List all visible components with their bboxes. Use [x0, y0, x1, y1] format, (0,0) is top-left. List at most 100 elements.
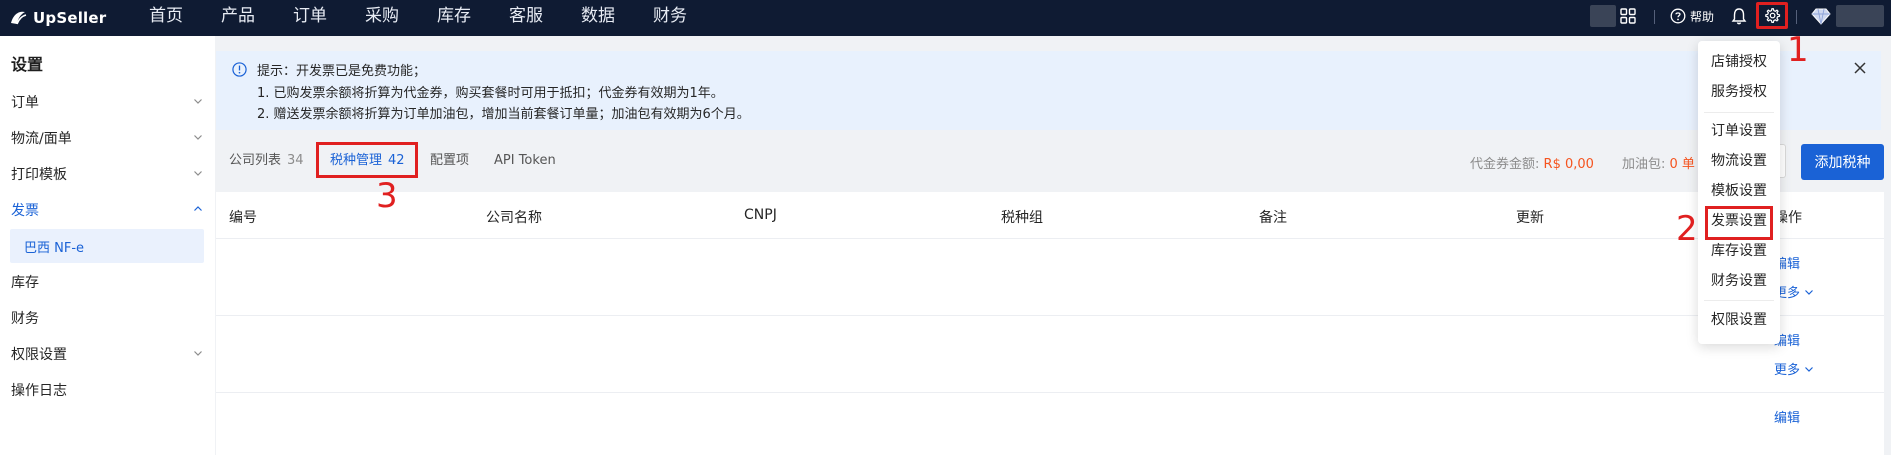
- tab-api-token[interactable]: API Token: [494, 146, 556, 176]
- nav-purchase[interactable]: 采购: [346, 0, 418, 36]
- menu-item-finance-settings[interactable]: 财务设置: [1698, 266, 1780, 296]
- sidebar-item-print-templates[interactable]: 打印模板: [0, 157, 215, 191]
- tab-label: 配置项: [430, 153, 470, 168]
- gear-icon: [1764, 8, 1780, 24]
- chevron-down-icon: [194, 135, 202, 140]
- menu-item-service-auth[interactable]: 服务授权: [1698, 77, 1780, 107]
- topbar-divider: [1796, 10, 1797, 24]
- column-header-updated: 更新: [1516, 210, 1544, 226]
- package-balance: 加油包: 0 单: [1622, 153, 1695, 172]
- menu-item-order-settings[interactable]: 订单设置: [1698, 116, 1780, 146]
- settings-sidebar: 设置 订单 物流/面单 打印模板 发票 巴西 NF-e 库存 财务 权限设置 操…: [0, 36, 215, 455]
- sidebar-item-logistics[interactable]: 物流/面单: [0, 121, 215, 155]
- info-icon: [232, 62, 247, 77]
- nav-finance[interactable]: 财务: [634, 0, 706, 36]
- nav-home[interactable]: 首页: [130, 0, 202, 36]
- sidebar-item-invoice[interactable]: 发票: [0, 193, 215, 227]
- chevron-down-icon: [194, 351, 202, 356]
- notice-line-package: 2. 赠送发票余额将折算为订单加油包，增加当前套餐订单量；加油包有效期为6个月。: [257, 107, 750, 122]
- menu-item-template-settings[interactable]: 模板设置: [1698, 176, 1780, 206]
- annotation-box-tab: [316, 142, 418, 178]
- bell-icon[interactable]: [1731, 7, 1747, 25]
- coupon-balance: 代金券金额: R$ 0,00: [1470, 153, 1594, 172]
- sidebar-item-operation-log[interactable]: 操作日志: [0, 373, 215, 407]
- edit-link[interactable]: 编辑: [1774, 407, 1800, 426]
- close-icon[interactable]: [1853, 61, 1867, 75]
- coupon-value: R$ 0,00: [1543, 157, 1594, 172]
- nav-inventory[interactable]: 库存: [418, 0, 490, 36]
- tab-label: API Token: [494, 153, 556, 168]
- settings-button[interactable]: [1756, 2, 1788, 29]
- sidebar-item-finance[interactable]: 财务: [0, 301, 215, 335]
- upseller-logo-icon: [11, 11, 27, 25]
- menu-divider: [1704, 112, 1774, 113]
- free-invoice-notice: 提示：开发票已是免费功能； 1. 已购发票余额将折算为代金券，购买套餐时可用于抵…: [216, 51, 1881, 130]
- sidebar-item-orders[interactable]: 订单: [0, 85, 215, 119]
- help-button[interactable]: 帮助: [1670, 6, 1714, 26]
- chevron-down-icon: [1805, 290, 1814, 295]
- tab-company-list[interactable]: 公司列表 34: [229, 146, 304, 176]
- upseller-logo[interactable]: UpSeller: [8, 7, 106, 29]
- sidebar-item-label: 物流/面单: [11, 131, 72, 147]
- vip-diamond-icon[interactable]: [1811, 7, 1831, 25]
- sidebar-item-label: 操作日志: [11, 383, 67, 399]
- brand-name: UpSeller: [33, 9, 107, 27]
- tax-table: 编号 公司名称 CNPJ 税种组 备注 更新 操作 编辑 更多 编辑 更多 编辑: [216, 192, 1884, 455]
- package-value: 0 单: [1669, 157, 1695, 172]
- sidebar-item-permissions[interactable]: 权限设置: [0, 337, 215, 371]
- help-icon: [1670, 8, 1686, 24]
- top-navigation-bar: UpSeller 首页 产品 订单 采购 库存 客服 数据 财务 帮助: [0, 0, 1891, 36]
- menu-item-store-auth[interactable]: 店铺授权: [1698, 47, 1780, 77]
- chevron-down-icon: [1805, 367, 1814, 372]
- package-label: 加油包:: [1622, 157, 1666, 172]
- chevron-down-icon: [194, 171, 202, 176]
- nav-data[interactable]: 数据: [562, 0, 634, 36]
- add-tax-button[interactable]: 添加税种: [1801, 144, 1884, 180]
- column-header-tax-group: 税种组: [1001, 210, 1043, 226]
- menu-item-logistics-settings[interactable]: 物流设置: [1698, 146, 1780, 176]
- menu-item-permission-settings[interactable]: 权限设置: [1698, 305, 1780, 335]
- table-row-divider: [216, 392, 1884, 393]
- notice-title: 提示：开发票已是免费功能；: [257, 64, 427, 79]
- sidebar-item-label: 发票: [11, 203, 39, 219]
- sidebar-subitem-brazil-nfe[interactable]: 巴西 NF-e: [10, 229, 204, 263]
- tab-config[interactable]: 配置项: [430, 146, 469, 176]
- annotation-box-invoice-settings: [1705, 206, 1773, 240]
- help-label: 帮助: [1690, 9, 1715, 24]
- menu-item-inventory-settings[interactable]: 库存设置: [1698, 236, 1780, 266]
- column-header-notes: 备注: [1259, 210, 1287, 226]
- topbar-divider: [1654, 10, 1655, 24]
- notice-line-voucher: 1. 已购发票余额将折算为代金券，购买套餐时可用于抵扣；代金券有效期为1年。: [257, 86, 724, 101]
- apps-grid-icon[interactable]: [1620, 8, 1636, 24]
- column-header-id: 编号: [229, 210, 257, 226]
- blurred-account-info: [1590, 5, 1616, 27]
- sidebar-item-label: 财务: [11, 311, 39, 327]
- nav-orders[interactable]: 订单: [274, 0, 346, 36]
- sidebar-item-inventory[interactable]: 库存: [0, 265, 215, 299]
- chevron-up-icon: [194, 206, 202, 211]
- blurred-username: [1836, 5, 1884, 27]
- chevron-down-icon: [194, 99, 202, 104]
- more-label: 更多: [1774, 363, 1801, 378]
- sidebar-item-label: 库存: [11, 275, 39, 291]
- coupon-label: 代金券金额:: [1470, 157, 1540, 172]
- tab-count: 34: [287, 153, 304, 168]
- main-nav: 首页 产品 订单 采购 库存 客服 数据 财务: [130, 0, 706, 36]
- table-row-divider: [216, 315, 1884, 316]
- nav-customer-service[interactable]: 客服: [490, 0, 562, 36]
- sidebar-item-label: 打印模板: [11, 167, 67, 183]
- annotation-marker-3: 3: [376, 176, 398, 216]
- sidebar-title: 设置: [11, 55, 44, 74]
- nav-products[interactable]: 产品: [202, 0, 274, 36]
- annotation-marker-2: 2: [1676, 209, 1698, 249]
- column-header-company: 公司名称: [486, 210, 542, 226]
- tab-label: 公司列表: [229, 153, 282, 168]
- column-header-cnpj: CNPJ: [744, 207, 777, 223]
- settings-dropdown-menu: 店铺授权 服务授权 订单设置 物流设置 模板设置 发票设置 库存设置 财务设置 …: [1698, 41, 1780, 344]
- sidebar-item-label: 权限设置: [11, 347, 67, 363]
- menu-divider: [1704, 300, 1774, 301]
- more-dropdown[interactable]: 更多: [1774, 282, 1814, 301]
- more-dropdown[interactable]: 更多: [1774, 359, 1814, 378]
- annotation-marker-1: 1: [1787, 30, 1809, 70]
- sidebar-item-label: 订单: [11, 95, 39, 111]
